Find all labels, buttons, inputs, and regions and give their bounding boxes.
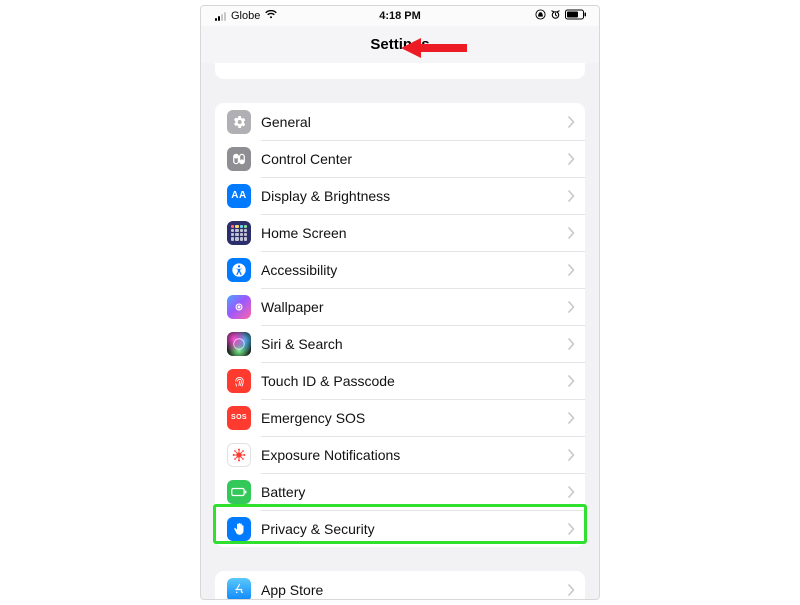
row-label: App Store (261, 582, 568, 598)
chevron-right-icon (568, 584, 575, 596)
previous-group-bottom (215, 63, 585, 79)
settings-group-main: General Control Center AA Display & Brig… (215, 103, 585, 547)
alarm-icon (550, 9, 561, 23)
hand-icon (227, 517, 251, 541)
chevron-right-icon (568, 523, 575, 535)
chevron-right-icon (568, 227, 575, 239)
row-display-brightness[interactable]: AA Display & Brightness (215, 177, 585, 214)
siri-icon (227, 332, 251, 356)
chevron-right-icon (568, 264, 575, 276)
chevron-right-icon (568, 116, 575, 128)
chevron-right-icon (568, 190, 575, 202)
exposure-icon (227, 443, 251, 467)
sliders-icon (227, 147, 251, 171)
row-label: Accessibility (261, 262, 568, 278)
row-accessibility[interactable]: Accessibility (215, 251, 585, 288)
letter-a-icon: AA (227, 184, 251, 208)
row-privacy-security[interactable]: Privacy & Security (215, 510, 585, 547)
settings-group-store: App Store Wallet (215, 571, 585, 599)
phone-frame: Globe 4:18 PM Settings (200, 5, 600, 600)
settings-scroll[interactable]: General Control Center AA Display & Brig… (201, 63, 599, 599)
accessibility-icon (227, 258, 251, 282)
row-label: Home Screen (261, 225, 568, 241)
row-label: Control Center (261, 151, 568, 167)
battery-icon (227, 480, 251, 504)
wallpaper-icon (227, 295, 251, 319)
lock-rotation-icon (535, 9, 546, 23)
row-label: Wallpaper (261, 299, 568, 315)
row-app-store[interactable]: App Store (215, 571, 585, 599)
chevron-right-icon (568, 486, 575, 498)
status-bar: Globe 4:18 PM (201, 6, 599, 26)
chevron-right-icon (568, 375, 575, 387)
row-label: Emergency SOS (261, 410, 568, 426)
app-store-icon (227, 578, 251, 600)
row-label: Touch ID & Passcode (261, 373, 568, 389)
row-label: General (261, 114, 568, 130)
row-general[interactable]: General (215, 103, 585, 140)
row-exposure-notifications[interactable]: Exposure Notifications (215, 436, 585, 473)
row-battery[interactable]: Battery (215, 473, 585, 510)
chevron-right-icon (568, 449, 575, 461)
row-label: Siri & Search (261, 336, 568, 352)
row-control-center[interactable]: Control Center (215, 140, 585, 177)
fingerprint-icon (227, 369, 251, 393)
chevron-right-icon (568, 153, 575, 165)
sos-icon: SOS (227, 406, 251, 430)
chevron-right-icon (568, 412, 575, 424)
gear-icon (227, 110, 251, 134)
row-label: Privacy & Security (261, 521, 568, 537)
row-home-screen[interactable]: Home Screen (215, 214, 585, 251)
nav-bar: Settings (201, 26, 599, 64)
row-emergency-sos[interactable]: SOS Emergency SOS (215, 399, 585, 436)
app-grid-icon (227, 221, 251, 245)
row-label: Battery (261, 484, 568, 500)
chevron-right-icon (568, 301, 575, 313)
nav-title: Settings (370, 36, 429, 53)
row-siri-search[interactable]: Siri & Search (215, 325, 585, 362)
row-touch-id-passcode[interactable]: Touch ID & Passcode (215, 362, 585, 399)
row-wallpaper[interactable]: Wallpaper (215, 288, 585, 325)
row-label: Display & Brightness (261, 188, 568, 204)
battery-icon (565, 9, 587, 23)
chevron-right-icon (568, 338, 575, 350)
row-label: Exposure Notifications (261, 447, 568, 463)
